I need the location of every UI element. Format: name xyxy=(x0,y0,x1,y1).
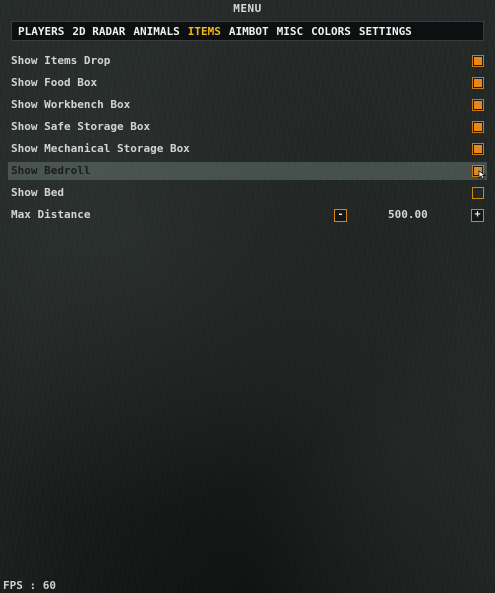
option-label: Show Bedroll xyxy=(11,164,91,177)
option-row-bedroll[interactable]: Show Bedroll xyxy=(8,162,487,180)
option-row-mechanical-storage-box[interactable]: Show Mechanical Storage Box xyxy=(8,140,487,158)
show-food-box-checkbox[interactable] xyxy=(472,77,484,89)
show-bed-checkbox[interactable] xyxy=(472,187,484,199)
max-distance-label: Max Distance xyxy=(11,208,91,221)
option-label: Show Safe Storage Box xyxy=(11,120,151,133)
option-label: Show Mechanical Storage Box xyxy=(11,142,190,155)
option-label: Show Bed xyxy=(11,186,64,199)
max-distance-value: 500.00 xyxy=(388,208,428,221)
fps-counter: FPS : 60 xyxy=(3,579,56,592)
option-row-workbench-box[interactable]: Show Workbench Box xyxy=(8,96,487,114)
option-row-items-drop[interactable]: Show Items Drop xyxy=(8,52,487,70)
decrease-distance-button[interactable]: - xyxy=(334,209,347,222)
option-row-bed[interactable]: Show Bed xyxy=(8,184,487,202)
tab-animals[interactable]: ANIMALS xyxy=(133,25,179,38)
tab-aimbot[interactable]: AIMBOT xyxy=(229,25,269,38)
tab-players[interactable]: PLAYERS xyxy=(18,25,64,38)
show-mechanical-storage-box-checkbox[interactable] xyxy=(472,143,484,155)
option-label: Show Workbench Box xyxy=(11,98,131,111)
show-items-drop-checkbox[interactable] xyxy=(472,55,484,67)
max-distance-row: Max Distance - 500.00 + xyxy=(8,206,487,224)
option-row-food-box[interactable]: Show Food Box xyxy=(8,74,487,92)
tab-misc[interactable]: MISC xyxy=(277,25,304,38)
menu-title: MENU xyxy=(233,2,262,15)
increase-distance-button[interactable]: + xyxy=(471,209,484,222)
show-workbench-box-checkbox[interactable] xyxy=(472,99,484,111)
option-label: Show Food Box xyxy=(11,76,98,89)
items-options-panel: Show Items Drop Show Food Box Show Workb… xyxy=(8,52,487,228)
tab-items[interactable]: ITEMS xyxy=(188,25,221,38)
tab-colors[interactable]: COLORS xyxy=(311,25,351,38)
option-label: Show Items Drop xyxy=(11,54,111,67)
tab-2d-radar[interactable]: 2D RADAR xyxy=(72,25,125,38)
tab-settings[interactable]: SETTINGS xyxy=(359,25,412,38)
tab-bar: PLAYERS 2D RADAR ANIMALS ITEMS AIMBOT MI… xyxy=(11,21,484,41)
mouse-cursor-icon xyxy=(478,170,487,180)
show-safe-storage-box-checkbox[interactable] xyxy=(472,121,484,133)
option-row-safe-storage-box[interactable]: Show Safe Storage Box xyxy=(8,118,487,136)
